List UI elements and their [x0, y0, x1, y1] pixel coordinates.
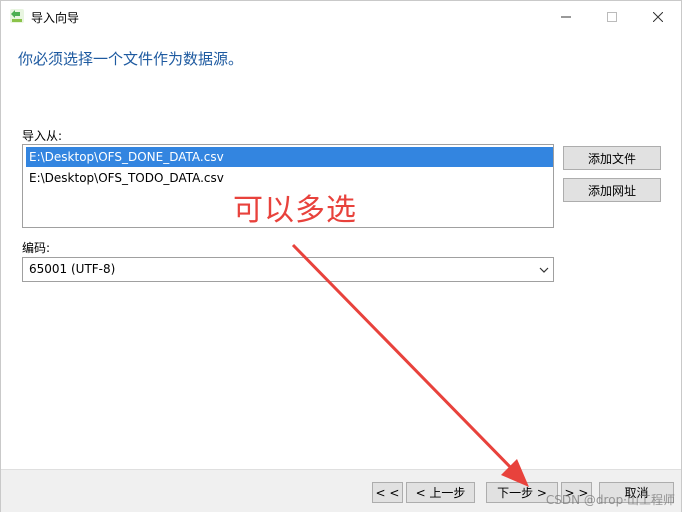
encoding-select[interactable]: 65001 (UTF-8)	[22, 257, 554, 282]
import-wizard-app-icon	[10, 9, 24, 23]
annotation-text: 可以多选	[233, 193, 357, 228]
first-step-button[interactable]: < <	[372, 482, 403, 503]
encoding-selected-value: 65001 (UTF-8)	[29, 262, 116, 276]
title-bar: 导入向导	[1, 1, 681, 32]
maximize-button[interactable]	[589, 1, 635, 32]
close-button[interactable]	[635, 1, 681, 32]
watermark: CSDN @drop·山工程师	[545, 493, 675, 507]
close-icon	[653, 11, 663, 22]
window-title: 导入向导	[31, 11, 80, 25]
chevron-down-icon	[539, 267, 549, 273]
import-from-label: 导入从:	[22, 129, 63, 143]
import-wizard-window: 导入向导 你必须选择一个文件作为数据源。 导入从: E:\Desktop\OFS…	[0, 0, 682, 512]
page-heading: 你必须选择一个文件作为数据源。	[18, 50, 244, 68]
maximize-icon	[607, 11, 617, 22]
encoding-label: 编码:	[22, 241, 51, 255]
minimize-button[interactable]	[543, 1, 589, 32]
previous-step-button[interactable]: < 上一步	[406, 482, 475, 503]
file-list-item-selected[interactable]: E:\Desktop\OFS_DONE_DATA.csv	[26, 147, 553, 167]
minimize-icon	[561, 16, 571, 17]
add-file-button[interactable]: 添加文件	[563, 146, 661, 170]
add-url-button[interactable]: 添加网址	[563, 178, 661, 202]
